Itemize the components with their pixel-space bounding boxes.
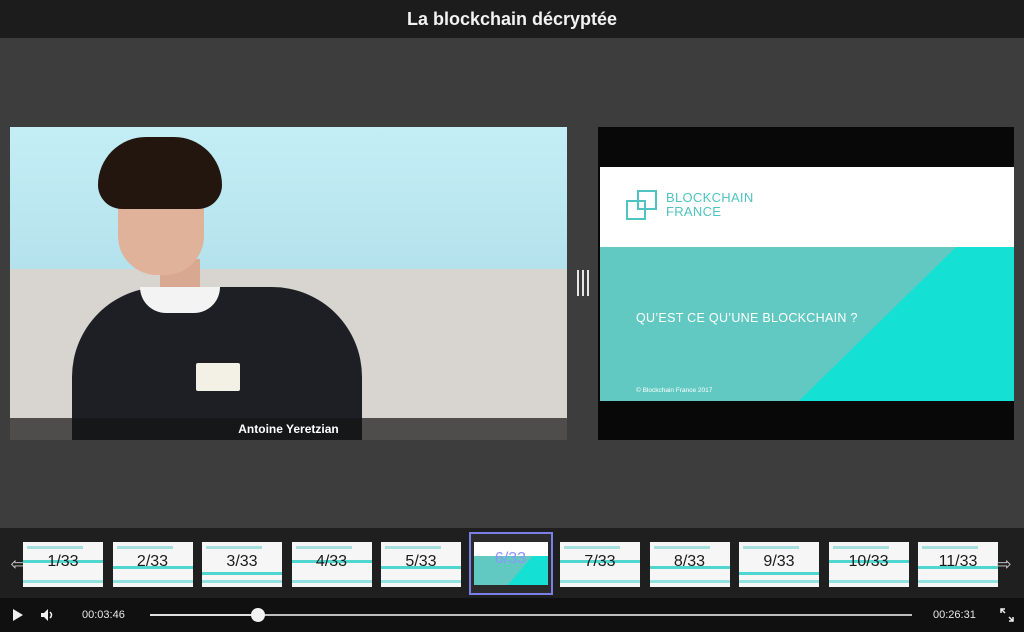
slide-viewer[interactable]: BLOCKCHAIN FRANCE QU’EST CE QU’UNE BLOCK… <box>598 127 1014 440</box>
fullscreen-icon[interactable] <box>998 598 1016 632</box>
thumbnail-label: 8/33 <box>673 553 706 570</box>
slide-thumbnail-strip: ⇦ 1/33 2/33 3/33 4/33 5/33 6/33 7/33 8/33 9/33 10… <box>0 528 1024 598</box>
slide-thumbnail[interactable]: 11/33 <box>918 542 998 587</box>
seek-bar-fill <box>150 614 259 616</box>
brand-line-1: BLOCKCHAIN <box>666 190 754 205</box>
thumbnail-label: 3/33 <box>226 553 258 570</box>
thumbnail-label: 2/33 <box>136 553 169 570</box>
thumbnail-label: 6/33 <box>494 550 527 567</box>
slide-heading: QU’EST CE QU’UNE BLOCKCHAIN ? <box>636 311 858 325</box>
thumbnail-label: 5/33 <box>405 553 437 570</box>
slide-footer: © Blockchain France 2017 <box>636 387 713 394</box>
video-wall <box>10 127 567 269</box>
thumbnail-label: 10/33 <box>848 553 889 570</box>
slide-thumbnail[interactable]: 3/33 <box>202 542 282 587</box>
thumbnail-label: 1/33 <box>47 553 79 570</box>
speaker-caption: Antoine Yeretzian <box>10 418 567 440</box>
speaker-name: Antoine Yeretzian <box>238 422 339 436</box>
thumbnail-label: 9/33 <box>763 553 795 570</box>
speaker-video[interactable]: Antoine Yeretzian <box>10 127 567 440</box>
name-badge <box>196 363 240 391</box>
slide-brand: BLOCKCHAIN FRANCE <box>666 191 754 219</box>
thumbnail-label: 7/33 <box>584 553 616 570</box>
current-time: 00:03:46 <box>82 609 125 621</box>
seek-bar[interactable] <box>150 608 912 622</box>
slide-thumbnail[interactable]: 10/33 <box>828 542 909 587</box>
blockchain-france-logo <box>626 190 657 220</box>
arrow-right-icon[interactable]: ⇨ <box>994 554 1014 574</box>
slide-thumbnail[interactable]: 8/33 <box>649 542 730 587</box>
thumbnail-label: 4/33 <box>315 553 348 570</box>
thumbnail-label: 11/33 <box>938 553 978 570</box>
total-time: 00:26:31 <box>933 609 976 621</box>
player-controls: 00:03:46 00:26:31 <box>0 598 1024 632</box>
current-slide: BLOCKCHAIN FRANCE QU’EST CE QU’UNE BLOCK… <box>600 167 1014 401</box>
slide-thumbnail[interactable]: 7/33 <box>560 542 640 587</box>
play-icon[interactable] <box>10 598 26 632</box>
slide-thumbnail[interactable]: 9/33 <box>739 542 819 587</box>
slide-thumbnail[interactable]: 1/33 <box>23 542 103 587</box>
title-bar: La blockchain décryptée <box>0 0 1024 38</box>
presentation-title: La blockchain décryptée <box>406 8 618 29</box>
volume-icon[interactable] <box>38 598 58 632</box>
slide-thumbnail[interactable]: 2/33 <box>112 542 193 587</box>
slide-thumbnail[interactable]: 5/33 <box>381 542 461 587</box>
resize-handle-icon[interactable] <box>574 270 592 296</box>
slide-thumbnail[interactable]: 4/33 <box>291 542 372 587</box>
seek-handle[interactable] <box>251 608 266 622</box>
speaker-hair <box>98 137 222 209</box>
brand-line-2: FRANCE <box>666 204 722 219</box>
slide-thumbnail[interactable]: 6/33 <box>468 532 553 595</box>
